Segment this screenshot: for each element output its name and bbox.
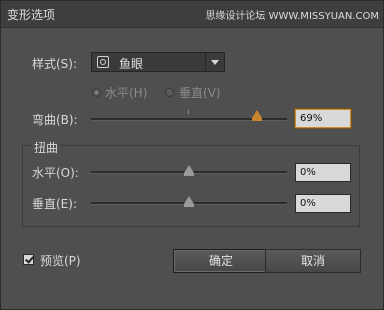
title-bar[interactable]: 变形选项 思缘设计论坛 WWW.MISSYUAN.COM (1, 1, 383, 28)
dropdown-separator (205, 53, 206, 71)
warp-options-dialog: 变形选项 思缘设计论坛 WWW.MISSYUAN.COM 样式(S): 鱼眼 水… (0, 0, 384, 310)
distortion-group (22, 145, 360, 227)
chevron-down-icon[interactable] (211, 60, 219, 65)
bend-input[interactable]: 69% (295, 109, 351, 128)
vertical-radio[interactable] (165, 88, 174, 97)
watermark-text: 思缘设计论坛 WWW.MISSYUAN.COM (205, 11, 379, 22)
warp-style-icon (97, 56, 109, 68)
style-dropdown-value: 鱼眼 (119, 57, 144, 71)
style-dropdown[interactable]: 鱼眼 (91, 52, 225, 72)
vertical-distortion-label: 垂直(E): (32, 197, 77, 211)
preview-label[interactable]: 预览(P) (40, 252, 81, 269)
bend-slider-thumb[interactable] (251, 110, 262, 121)
cancel-button[interactable]: 取消 (265, 249, 361, 273)
vertical-distortion-input[interactable]: 0% (295, 194, 351, 213)
horizontal-radio-label[interactable]: 水平(H) (105, 84, 147, 101)
horizontal-distortion-label: 水平(O): (32, 166, 79, 180)
vertical-distortion-thumb[interactable] (184, 196, 194, 207)
horizontal-distortion-thumb[interactable] (184, 165, 194, 176)
dialog-title: 变形选项 (7, 8, 56, 22)
bend-slider-center-tick (188, 110, 189, 114)
horizontal-distortion-input[interactable]: 0% (295, 163, 351, 182)
distortion-group-label: 扭曲 (32, 139, 61, 156)
checkmark-icon (25, 254, 34, 264)
vertical-radio-label[interactable]: 垂直(V) (179, 84, 221, 101)
style-label: 样式(S): (32, 57, 78, 71)
bend-label: 弯曲(B): (32, 113, 78, 127)
ok-button[interactable]: 确定 (173, 249, 269, 273)
preview-checkbox[interactable] (23, 254, 34, 265)
horizontal-radio[interactable] (92, 88, 101, 97)
